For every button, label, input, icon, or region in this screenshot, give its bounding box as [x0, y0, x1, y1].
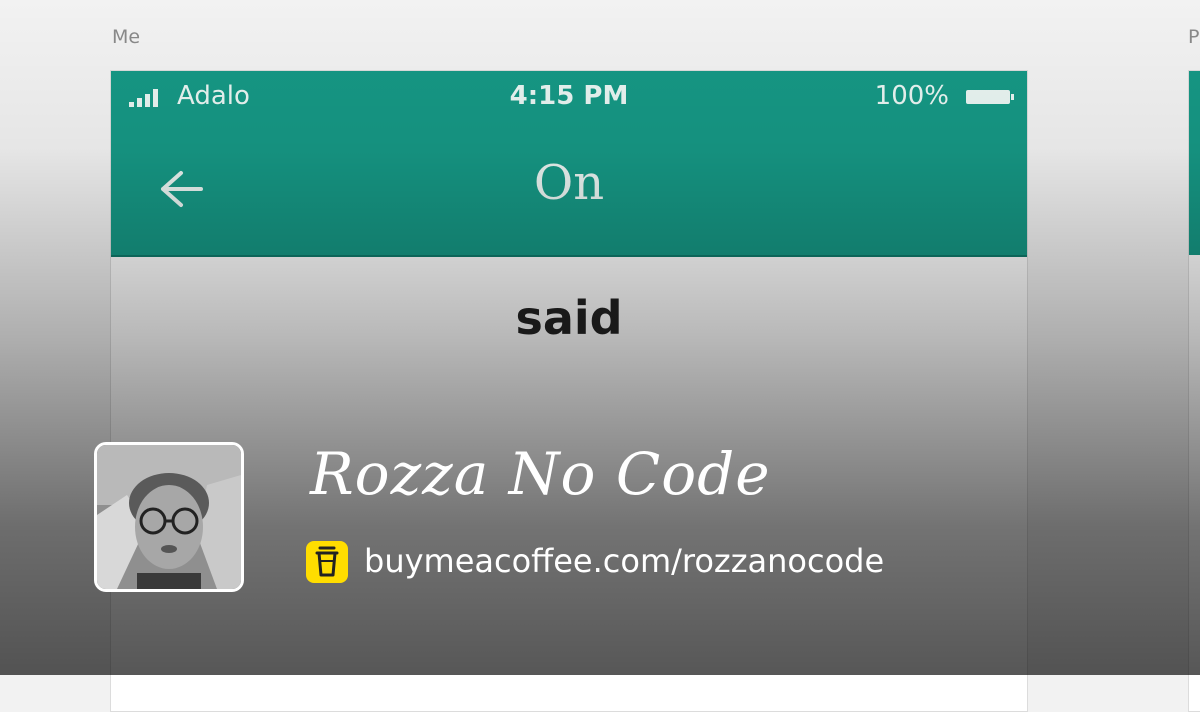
creator-name: Rozza No Code	[310, 440, 771, 508]
next-phone-screen	[1188, 70, 1200, 712]
battery-icon	[966, 90, 1014, 104]
next-phone-app-bar	[1189, 71, 1200, 255]
phone-screen: Adalo 4:15 PM 100% On said	[110, 70, 1028, 712]
app-bar-title: On	[533, 155, 605, 211]
creator-link[interactable]: buymeacoffee.com/rozzanocode	[364, 542, 884, 580]
coffee-cup-icon	[306, 541, 348, 583]
avatar[interactable]	[94, 442, 244, 592]
screen-label-next: P	[1188, 26, 1200, 48]
battery-percent: 100%	[874, 81, 949, 111]
status-bar: Adalo 4:15 PM 100%	[111, 71, 1027, 123]
content-text: said	[515, 291, 623, 345]
app-bar: On	[111, 123, 1027, 257]
screen-label-me: Me	[112, 26, 141, 48]
